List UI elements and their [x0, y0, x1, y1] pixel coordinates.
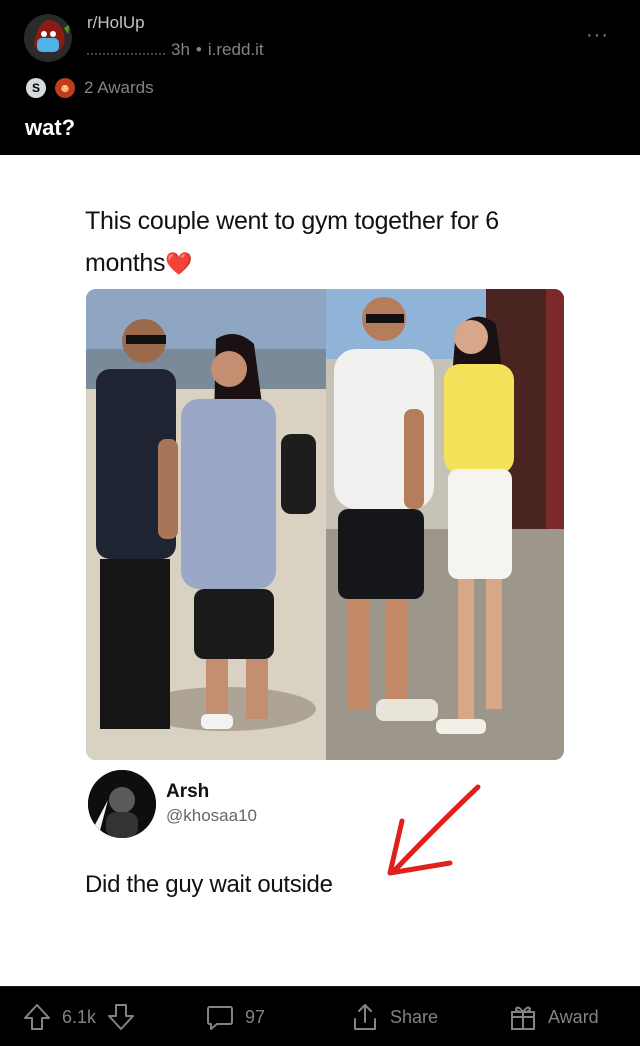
comment-count: 97 [245, 1006, 266, 1027]
vote-controls: 6.1k [22, 987, 136, 1046]
image-caption: This couple went to gym together for 6 m… [85, 200, 565, 285]
more-icon[interactable]: ··· [586, 24, 609, 47]
post-domain[interactable]: i.redd.it [208, 40, 264, 60]
caption-text: This couple went to gym together for 6 m… [85, 207, 499, 277]
meta-separator: • [195, 40, 202, 59]
subreddit-avatar[interactable] [24, 14, 72, 62]
awards-count: 2 Awards [84, 78, 154, 97]
upvote-icon[interactable] [22, 1002, 52, 1032]
tweet-text: Did the guy wait outside [85, 871, 333, 898]
subreddit-name[interactable]: r/HolUp [87, 13, 145, 33]
downvote-icon[interactable] [106, 1002, 136, 1032]
share-icon [350, 1002, 380, 1032]
award-button[interactable]: Award [508, 987, 599, 1046]
post-age: 3h [171, 40, 190, 59]
couple-photo [86, 289, 564, 760]
comment-icon [205, 1002, 235, 1032]
post-meta: 3h • i.redd.it [87, 40, 264, 60]
red-arrow-drawing [380, 783, 490, 888]
award-icon: ☻ [55, 78, 75, 98]
award-label: Award [548, 1006, 599, 1027]
comments-button[interactable]: 97 [205, 987, 265, 1046]
post-header: r/HolUp 3h • i.redd.it ··· S ☻ 2 Awards … [0, 0, 640, 155]
post-footer: 6.1k 97 Share Award [0, 986, 640, 1046]
tweet-author-handle: @khosaa10 [166, 806, 257, 825]
share-label: Share [390, 1006, 439, 1027]
share-button[interactable]: Share [350, 987, 438, 1046]
author-redacted[interactable] [87, 45, 165, 55]
gift-icon [508, 1002, 538, 1032]
post-image[interactable]: This couple went to gym together for 6 m… [0, 155, 640, 986]
heart-emoji: ❤️ [165, 251, 193, 276]
post-title[interactable]: wat? [25, 115, 75, 141]
tweet-avatar [88, 770, 156, 838]
score: 6.1k [62, 1006, 97, 1027]
silver-award-icon: S [26, 78, 46, 98]
tweet-author-name: Arsh [166, 781, 210, 802]
awards-row[interactable]: S ☻ 2 Awards [26, 78, 154, 98]
